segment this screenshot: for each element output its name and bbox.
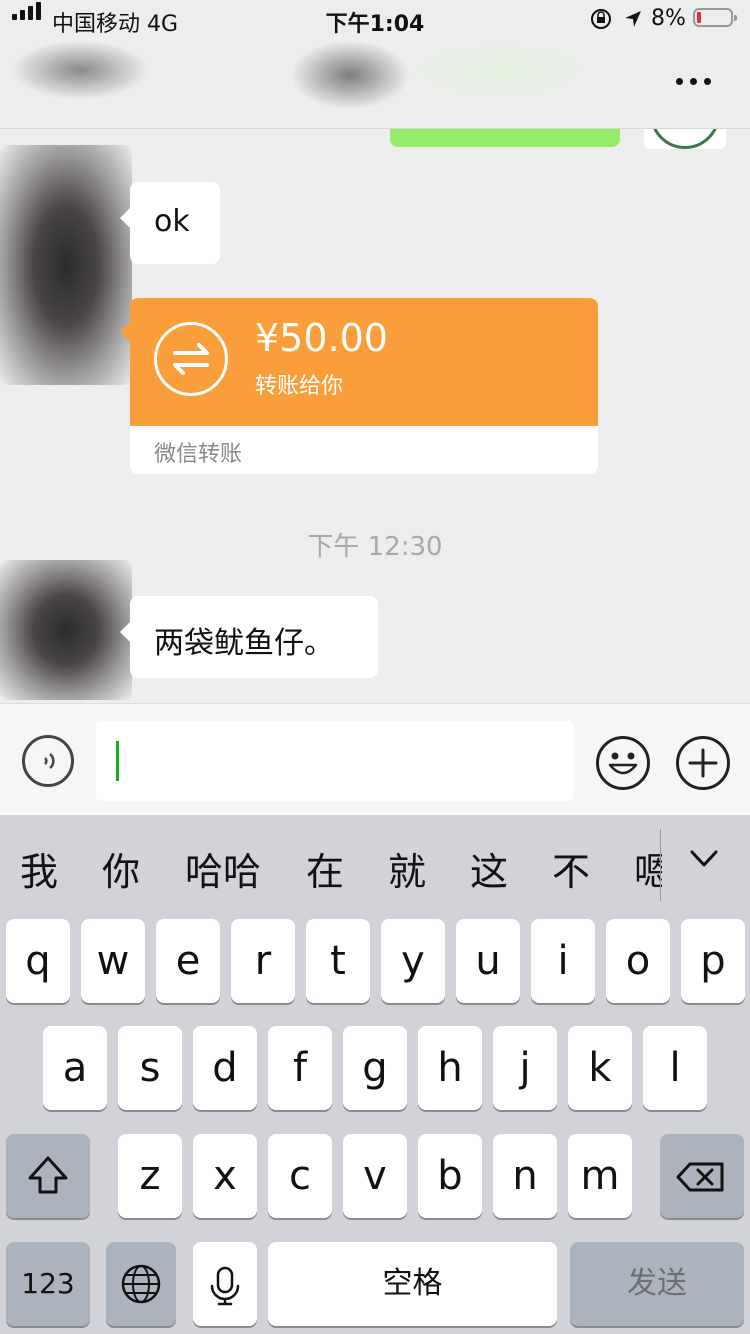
avatar[interactable]: [0, 145, 132, 385]
message-text: 两袋鱿鱼仔。: [154, 626, 334, 661]
transfer-card[interactable]: ¥50.00 转账给你 微信转账: [130, 298, 598, 474]
key-f[interactable]: f: [268, 1026, 332, 1110]
redacted-region: [10, 40, 150, 100]
dictation-key[interactable]: [193, 1242, 257, 1326]
emoji-icon[interactable]: [596, 736, 650, 790]
chat-header: [0, 40, 750, 129]
key-z[interactable]: z: [118, 1134, 182, 1218]
key-p[interactable]: p: [681, 919, 745, 1003]
more-dots-icon[interactable]: [676, 78, 712, 86]
key-d[interactable]: d: [193, 1026, 257, 1110]
message-text: ok: [154, 204, 190, 239]
transfer-footer: 微信转账: [154, 442, 243, 467]
candidate-word[interactable]: 在: [306, 841, 344, 896]
candidate-word[interactable]: 我: [20, 841, 58, 896]
key-b[interactable]: b: [418, 1134, 482, 1218]
key-k[interactable]: k: [568, 1026, 632, 1110]
delete-key[interactable]: [660, 1134, 744, 1218]
candidate-word[interactable]: 就: [388, 841, 426, 896]
message-bubble[interactable]: ok: [120, 182, 220, 264]
key-e[interactable]: e: [156, 919, 220, 1003]
key-u[interactable]: u: [456, 919, 520, 1003]
orientation-lock-icon: [591, 9, 611, 29]
own-avatar[interactable]: [644, 129, 726, 149]
candidate-word[interactable]: 不: [552, 841, 590, 896]
transfer-card-header: ¥50.00 转账给你: [130, 298, 598, 426]
microphone-icon: [210, 1266, 240, 1306]
candidate-word[interactable]: 你: [102, 841, 140, 896]
text-caret: [116, 741, 119, 781]
key-s[interactable]: s: [118, 1026, 182, 1110]
key-i[interactable]: i: [531, 919, 595, 1003]
plus-icon[interactable]: [676, 736, 730, 790]
globe-icon: [121, 1264, 161, 1304]
key-a[interactable]: a: [43, 1026, 107, 1110]
key-g[interactable]: g: [343, 1026, 407, 1110]
key-r[interactable]: r: [231, 919, 295, 1003]
avatar[interactable]: [0, 560, 132, 700]
location-arrow-icon: [625, 11, 641, 27]
numbers-key[interactable]: 123: [6, 1242, 90, 1326]
key-v[interactable]: v: [343, 1134, 407, 1218]
candidate-word[interactable]: 嗯: [634, 841, 662, 896]
candidate-word[interactable]: 哈哈: [185, 841, 261, 896]
key-y[interactable]: y: [381, 919, 445, 1003]
send-key[interactable]: 发送: [570, 1242, 744, 1326]
key-q[interactable]: q: [6, 919, 70, 1003]
key-h[interactable]: h: [418, 1026, 482, 1110]
status-bar: 中国移动 4G 下午1:04 8%: [0, 0, 750, 40]
voice-icon[interactable]: [22, 735, 74, 787]
key-j[interactable]: j: [493, 1026, 557, 1110]
key-c[interactable]: c: [268, 1134, 332, 1218]
message-bubble[interactable]: 两袋鱿鱼仔。: [120, 596, 378, 678]
shift-icon: [28, 1156, 68, 1194]
message-input[interactable]: [96, 721, 574, 801]
timestamp: 下午 12:30: [307, 532, 443, 562]
globe-key[interactable]: [106, 1242, 176, 1326]
key-w[interactable]: w: [81, 919, 145, 1003]
sent-message-bubble[interactable]: [390, 129, 620, 147]
key-x[interactable]: x: [193, 1134, 257, 1218]
space-key[interactable]: 空格: [268, 1242, 557, 1326]
shift-key[interactable]: [6, 1134, 90, 1218]
candidate-word[interactable]: 这: [470, 841, 508, 896]
transfer-amount: ¥50.00: [255, 316, 388, 360]
key-l[interactable]: l: [643, 1026, 707, 1110]
battery-percent: 8%: [651, 6, 686, 31]
backspace-icon: [676, 1162, 724, 1192]
divider: [660, 829, 661, 901]
input-bar: [0, 703, 750, 815]
transfer-card-tail: [120, 322, 130, 342]
key-n[interactable]: n: [493, 1134, 557, 1218]
candidate-bar: 我 你 哈哈 在 就 这 不 嗯: [0, 815, 750, 915]
key-m[interactable]: m: [568, 1134, 632, 1218]
key-t[interactable]: t: [306, 919, 370, 1003]
transfer-icon: [154, 322, 228, 396]
transfer-subtitle: 转账给你: [255, 374, 344, 399]
chevron-down-icon[interactable]: [690, 849, 718, 869]
redacted-title: [290, 40, 410, 110]
key-o[interactable]: o: [606, 919, 670, 1003]
keyboard: 我 你 哈哈 在 就 这 不 嗯 q w e r t y u i o p a s…: [0, 815, 750, 1334]
redacted-region: [400, 40, 600, 100]
battery-icon: [693, 8, 737, 27]
